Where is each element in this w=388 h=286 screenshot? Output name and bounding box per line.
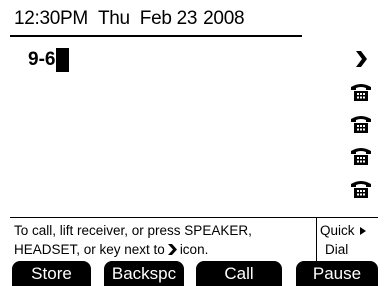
dial-entry-text: 9-6: [28, 49, 56, 70]
status-divider: [10, 35, 302, 37]
pause-button[interactable]: Pause: [296, 261, 378, 286]
call-button[interactable]: Call: [196, 261, 282, 286]
status-year: 2008: [203, 8, 245, 29]
arrow-right-icon: [359, 226, 367, 236]
phone-icon[interactable]: [350, 177, 372, 199]
quick-dial-key[interactable]: Quick Dial: [320, 221, 376, 259]
quick-dial-divider: [316, 218, 317, 261]
status-time: 12:30PM: [14, 8, 88, 29]
phone-icon[interactable]: [350, 144, 372, 166]
instruction-line-1: To call, lift receiver, or press SPEAKER…: [14, 223, 252, 238]
instruction-line-2: HEADSET, or key next to icon.: [14, 240, 252, 259]
phone-icon[interactable]: [350, 80, 372, 102]
quick-dial-label-2: Dial: [325, 242, 349, 257]
status-day: Thu: [97, 8, 130, 29]
backspace-button[interactable]: Backspc: [104, 261, 184, 286]
instruction-line-2-start: HEADSET, or key next to: [14, 242, 165, 257]
arrow-right-icon: [167, 243, 178, 256]
phone-icon[interactable]: [350, 112, 372, 134]
dial-entry[interactable]: 9-6: [28, 48, 70, 72]
info-divider: [10, 217, 378, 218]
instruction-line-2-end: icon.: [179, 242, 209, 257]
instruction-text: To call, lift receiver, or press SPEAKER…: [14, 221, 252, 259]
text-cursor: [56, 48, 70, 72]
arrow-right-icon[interactable]: [350, 48, 372, 70]
store-button[interactable]: Store: [12, 261, 91, 286]
status-date: Feb 23: [139, 8, 198, 29]
softkey-bar: Store Backspc Call Pause: [10, 261, 378, 286]
phone-display: 12:30PM Thu Feb 23 2008 9-6 To call, lif…: [10, 0, 378, 286]
status-bar: 12:30PM Thu Feb 23 2008: [14, 8, 254, 30]
quick-dial-label-1: Quick: [320, 223, 355, 238]
